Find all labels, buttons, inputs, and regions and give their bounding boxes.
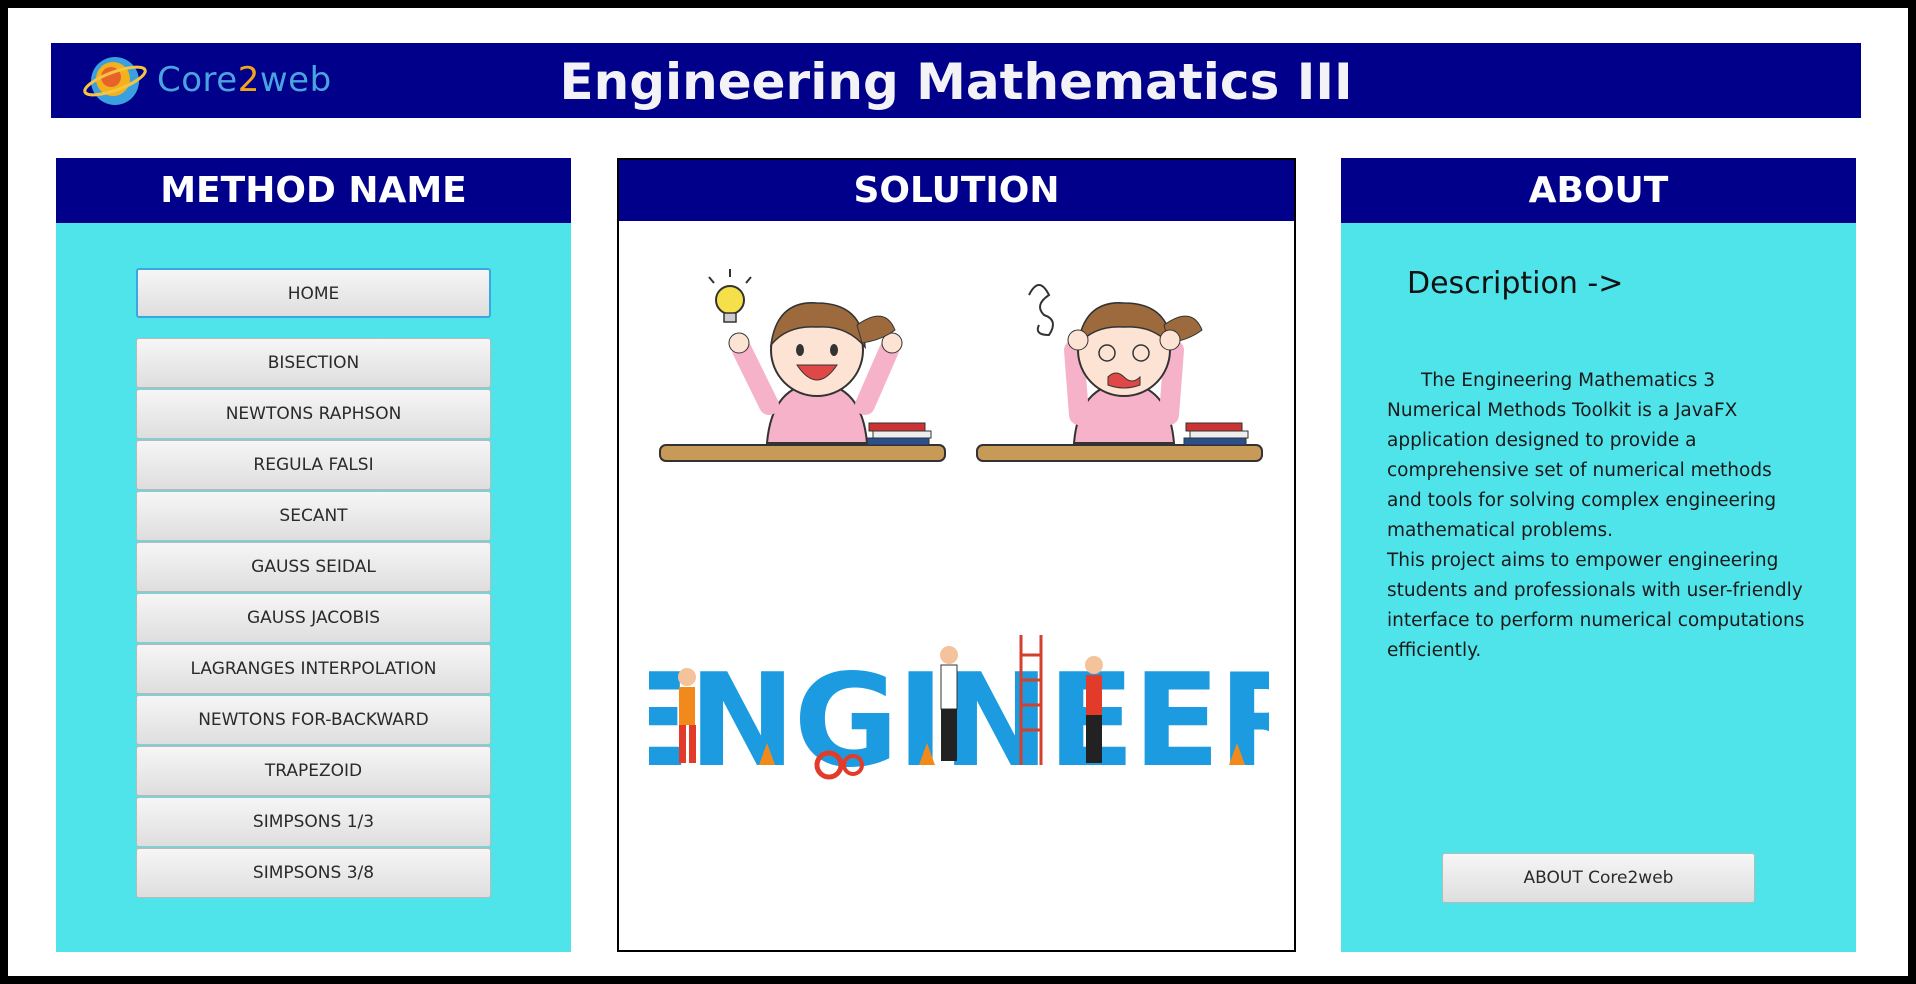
worried-girl-illustration — [976, 284, 1263, 462]
about-panel: ABOUT Description -> The Engineering Mat… — [1341, 158, 1856, 952]
method-button-lagranges-interpolation[interactable]: LAGRANGES INTERPOLATION — [136, 644, 491, 694]
solution-panel: SOLUTION NGINEER — [617, 158, 1296, 952]
engineer-banner-text: ENGINEER — [649, 647, 1269, 795]
description-paragraph-1: The Engineering Mathematics 3 Numerical … — [1387, 370, 1777, 541]
method-list: BISECTION NEWTONS RAPHSON REGULA FALSI S… — [136, 338, 491, 899]
method-panel-heading: METHOD NAME — [56, 158, 571, 223]
engineer-banner-illustration: ENGINEER — [649, 635, 1269, 795]
description-title: Description -> — [1407, 266, 1624, 301]
home-button[interactable]: HOME — [136, 268, 491, 318]
method-button-gauss-jacobis[interactable]: GAUSS JACOBIS — [136, 593, 491, 643]
method-button-simpsons-3-8[interactable]: SIMPSONS 3/8 — [136, 848, 491, 898]
method-button-regula-falsi[interactable]: REGULA FALSI — [136, 440, 491, 490]
method-button-gauss-seidal[interactable]: GAUSS SEIDAL — [136, 542, 491, 592]
method-panel: METHOD NAME HOME BISECTION NEWTONS RAPHS… — [56, 158, 571, 952]
method-button-trapezoid[interactable]: TRAPEZOID — [136, 746, 491, 796]
happy-girl-illustration — [659, 269, 946, 462]
method-button-simpsons-1-3[interactable]: SIMPSONS 1/3 — [136, 797, 491, 847]
method-button-newtons-raphson[interactable]: NEWTONS RAPHSON — [136, 389, 491, 439]
method-button-newtons-for-backward[interactable]: NEWTONS FOR-BACKWARD — [136, 695, 491, 745]
description-paragraph-2: This project aims to empower engineering… — [1387, 550, 1805, 661]
solution-panel-heading: SOLUTION — [619, 160, 1294, 221]
app-header: Core2web Engineering Mathematics III — [51, 43, 1861, 118]
method-button-secant[interactable]: SECANT — [136, 491, 491, 541]
app-title: Engineering Mathematics III — [559, 53, 1353, 111]
method-button-bisection[interactable]: BISECTION — [136, 338, 491, 388]
about-core2web-button[interactable]: ABOUT Core2web — [1442, 853, 1755, 903]
about-panel-heading: ABOUT — [1341, 158, 1856, 223]
